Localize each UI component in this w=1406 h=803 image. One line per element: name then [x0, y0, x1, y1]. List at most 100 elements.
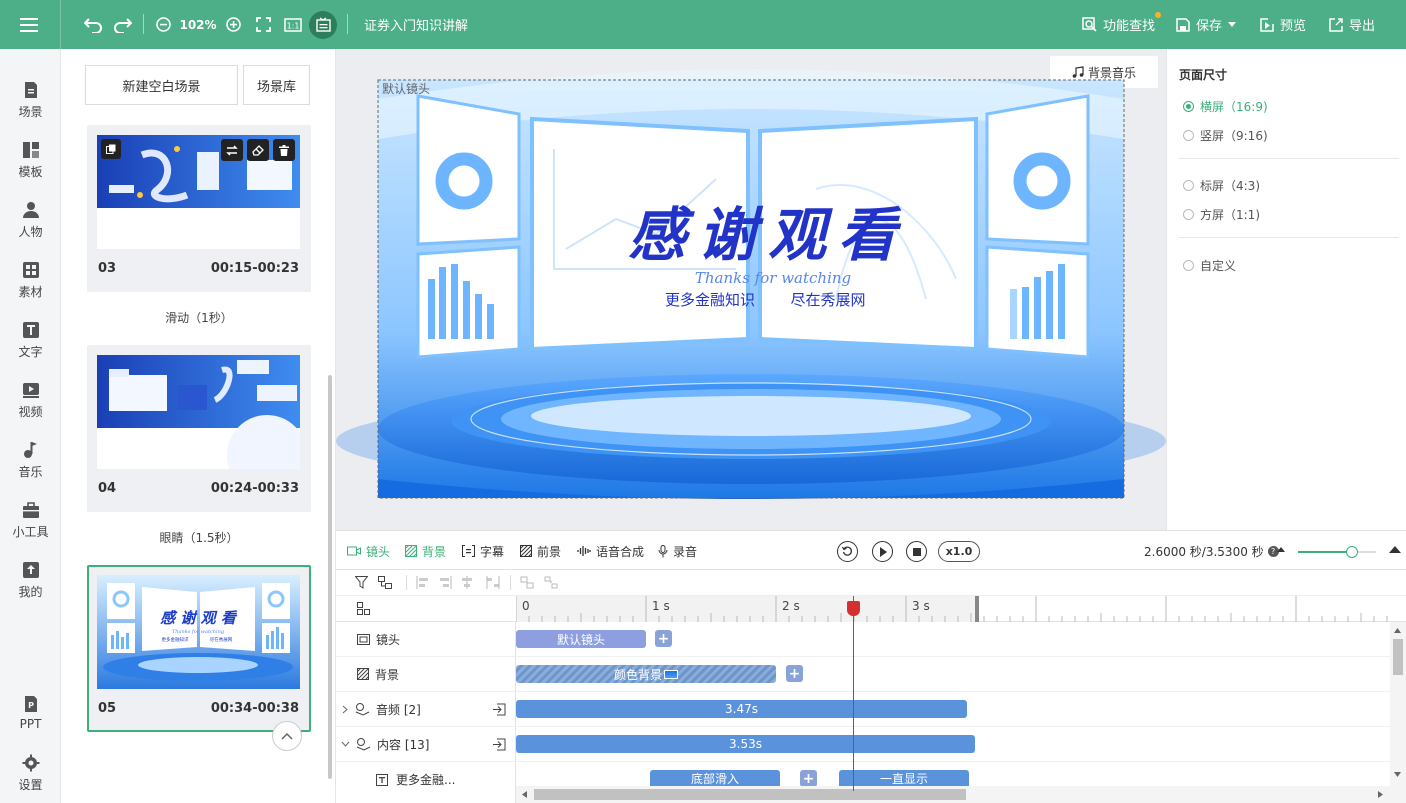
- scroll-right-icon[interactable]: [1378, 791, 1383, 798]
- tab-foreground[interactable]: 前景: [520, 531, 561, 571]
- slide-canvas[interactable]: 默认镜头 感谢观看 Thanks for watching 更多金融知识 尽在秀…: [336, 49, 1166, 530]
- group-icon[interactable]: [520, 576, 534, 589]
- preview-button[interactable]: 预览: [1260, 0, 1306, 49]
- distribute-icon[interactable]: [486, 576, 500, 589]
- subtitle-toggle-icon[interactable]: [309, 0, 337, 49]
- sidebar-item-template[interactable]: 模板: [0, 132, 61, 188]
- sidebar-item-text[interactable]: 文字: [0, 312, 61, 368]
- tab-background[interactable]: 背景: [405, 531, 446, 571]
- zoom-out-icon[interactable]: [153, 0, 173, 49]
- layers-icon[interactable]: [378, 576, 392, 589]
- sidebar-item-video[interactable]: 视频: [0, 372, 61, 428]
- tab-record[interactable]: 录音: [658, 531, 697, 571]
- align-left-icon[interactable]: [416, 576, 430, 589]
- export-button[interactable]: 导出: [1329, 0, 1375, 49]
- page-size-option-4-3[interactable]: 标屏（4:3): [1183, 177, 1260, 194]
- feature-search-button[interactable]: 功能查找: [1082, 0, 1161, 49]
- track-label-text-item[interactable]: 更多金融...: [336, 762, 516, 797]
- align-right-icon[interactable]: [438, 576, 452, 589]
- scene-library-button[interactable]: 场景库: [243, 65, 310, 105]
- slider-handle[interactable]: [1346, 546, 1358, 558]
- scene-thumbnail: [97, 135, 300, 249]
- add-animation-button[interactable]: +: [800, 770, 817, 787]
- content-clip[interactable]: 3.53s: [516, 735, 975, 753]
- horizontal-scrollbar[interactable]: [516, 786, 1390, 803]
- track-labels: 镜头 背景 音频 [2] 内容 [13] 更多金融...: [336, 622, 516, 803]
- scene-list-scrollbar[interactable]: [328, 375, 332, 779]
- play-button[interactable]: [872, 541, 893, 562]
- persist-animation-clip[interactable]: 一直显示: [839, 770, 969, 786]
- scene-card-03[interactable]: 03 00:15-00:23: [87, 125, 311, 292]
- sidebar-item-toolbox[interactable]: 小工具: [0, 492, 61, 548]
- audio-clip[interactable]: 3.47s: [516, 700, 967, 718]
- new-blank-scene-button[interactable]: 新建空白场景: [85, 65, 238, 105]
- vertical-scroll-thumb[interactable]: [1393, 639, 1403, 675]
- sidebar-item-label: 场景: [18, 104, 43, 119]
- filter-icon[interactable]: [355, 576, 368, 589]
- transition-label[interactable]: 滑动（1秒）: [87, 309, 311, 326]
- chevron-down-icon[interactable]: [341, 741, 350, 747]
- timeline-zoom-slider[interactable]: [1298, 546, 1376, 558]
- sidebar-item-music[interactable]: 音乐: [0, 432, 61, 488]
- track-label-content[interactable]: 内容 [13]: [336, 727, 516, 762]
- scroll-left-icon[interactable]: [522, 791, 527, 798]
- eraser-icon[interactable]: [247, 139, 269, 161]
- swap-icon[interactable]: [221, 139, 243, 161]
- page-size-option-custom[interactable]: 自定义: [1183, 257, 1236, 274]
- add-shot-button[interactable]: +: [655, 630, 672, 647]
- sidebar-item-settings[interactable]: 设置: [0, 745, 61, 801]
- zoom-small-icon[interactable]: [1276, 545, 1286, 553]
- chevron-right-icon[interactable]: [342, 705, 348, 714]
- sidebar-item-scene[interactable]: 场景: [0, 72, 61, 128]
- zoom-in-icon[interactable]: [223, 0, 243, 49]
- enter-animation-clip[interactable]: 底部滑入: [650, 770, 780, 786]
- rewind-button[interactable]: [837, 541, 858, 562]
- redo-icon[interactable]: [112, 0, 134, 49]
- speed-button[interactable]: x1.0: [938, 541, 980, 562]
- align-center-icon[interactable]: [460, 576, 474, 589]
- ungroup-icon[interactable]: [544, 576, 558, 589]
- page-size-option-16-9[interactable]: 横屏（16:9): [1183, 98, 1268, 115]
- track-label-background[interactable]: 背景: [336, 657, 516, 692]
- sidebar-item-material[interactable]: 素材: [0, 252, 61, 308]
- document-title[interactable]: 证券入门知识讲解: [364, 0, 494, 49]
- background-clip[interactable]: 颜色背景: [516, 665, 776, 683]
- page-size-option-9-16[interactable]: 竖屏（9:16): [1183, 127, 1268, 144]
- tab-tts[interactable]: 语音合成: [577, 531, 644, 571]
- import-icon[interactable]: [492, 703, 506, 716]
- sidebar-item-person[interactable]: 人物: [0, 192, 61, 248]
- zoom-large-icon[interactable]: [1388, 544, 1402, 554]
- fullscreen-icon[interactable]: [253, 0, 273, 49]
- transition-label[interactable]: 眼睛（1.5秒）: [87, 529, 311, 546]
- sidebar-item-mine[interactable]: 我的: [0, 552, 61, 608]
- sidebar-item-ppt[interactable]: P PPT: [0, 685, 61, 741]
- undo-icon[interactable]: [82, 0, 104, 49]
- scene-card-05[interactable]: 感 谢 观 看 Thanks for watching 更多金融知识 尽在秀展网…: [87, 565, 311, 751]
- page-size-option-1-1[interactable]: 方屏（1:1): [1183, 206, 1260, 223]
- scroll-up-icon[interactable]: [1394, 628, 1401, 633]
- scroll-down-icon[interactable]: [1394, 772, 1401, 777]
- playhead[interactable]: [853, 596, 854, 791]
- save-button[interactable]: 保存: [1176, 0, 1237, 49]
- actual-size-icon[interactable]: 1:1: [282, 0, 304, 49]
- grid-icon[interactable]: [357, 602, 370, 615]
- delete-icon[interactable]: [273, 139, 295, 161]
- subtitle-icon: [462, 545, 475, 557]
- tab-shot[interactable]: 镜头: [347, 531, 390, 571]
- copy-icon[interactable]: [101, 139, 121, 159]
- horizontal-scroll-thumb[interactable]: [534, 789, 966, 800]
- track-label-audio[interactable]: 音频 [2]: [336, 692, 516, 727]
- scene-list-panel: 新建空白场景 场景库 03 00:15-00:23 滑动（1秒） 04 00:2…: [61, 49, 336, 803]
- track-label-shot[interactable]: 镜头: [336, 622, 516, 657]
- shot-clip[interactable]: 默认镜头: [516, 630, 646, 648]
- scene-card-04[interactable]: 04 00:24-00:33: [87, 345, 311, 512]
- vertical-scrollbar[interactable]: [1390, 622, 1406, 803]
- add-background-button[interactable]: +: [786, 665, 803, 682]
- import-icon[interactable]: [492, 738, 506, 751]
- tab-subtitle[interactable]: 字幕: [462, 531, 504, 571]
- stop-button[interactable]: [906, 541, 927, 562]
- menu-icon[interactable]: [14, 0, 44, 49]
- collapse-up-button[interactable]: [272, 721, 302, 751]
- timeline-ruler[interactable]: 0 1 s 2 s 3 s: [336, 596, 1406, 622]
- playhead-handle[interactable]: [847, 601, 860, 616]
